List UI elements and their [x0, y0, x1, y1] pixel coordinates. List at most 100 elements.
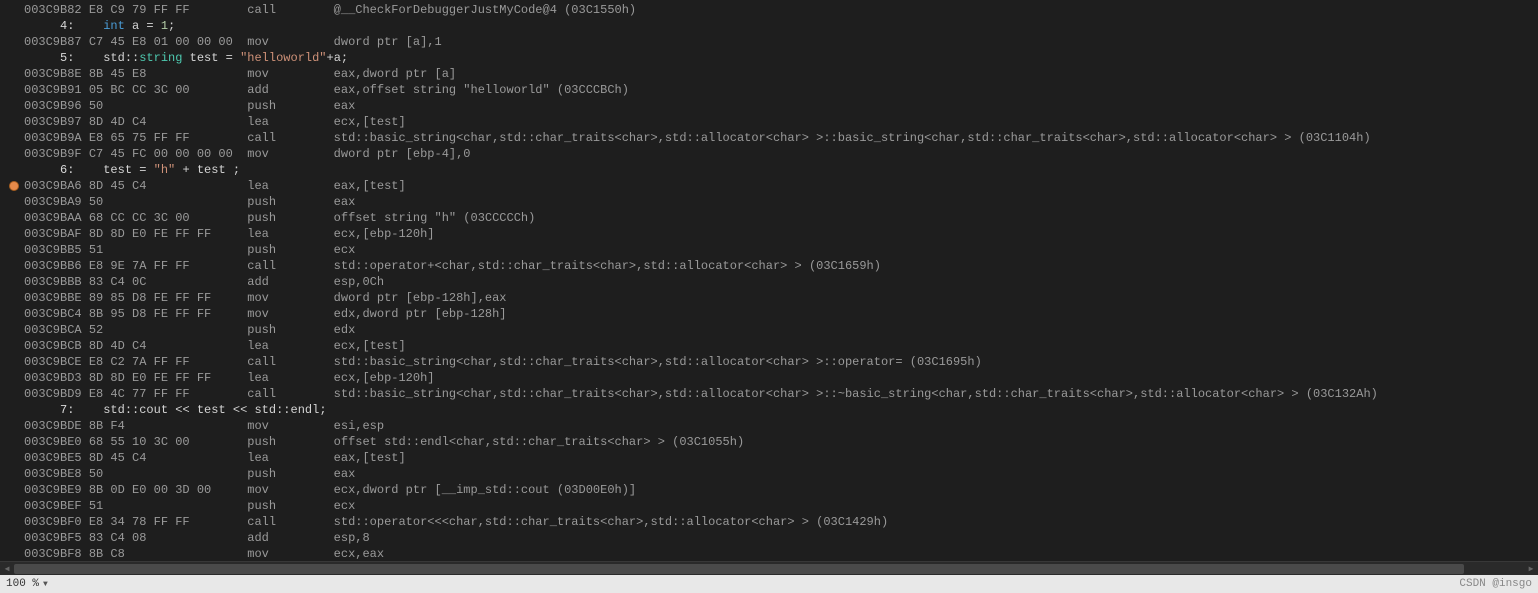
- mnemonic: call: [247, 258, 333, 274]
- opcode-bytes: 50: [89, 98, 247, 114]
- asm-line[interactable]: 003C9BF0 E8 34 78 FF FF call std::operat…: [4, 514, 1538, 530]
- asm-line[interactable]: 003C9BE8 50 push eax: [4, 466, 1538, 482]
- asm-line[interactable]: 003C9B91 05 BC CC 3C 00 add eax,offset s…: [4, 82, 1538, 98]
- address: 003C9B82: [24, 2, 89, 18]
- scroll-thumb[interactable]: [14, 564, 1464, 574]
- src-token-ident: test: [103, 162, 132, 178]
- src-token-string: "h": [154, 162, 176, 178]
- mnemonic: lea: [247, 450, 333, 466]
- src-token-ident: test: [197, 162, 226, 178]
- opcode-bytes: 8D 4D C4: [89, 114, 247, 130]
- asm-line[interactable]: 003C9B97 8D 4D C4 lea ecx,[test]: [4, 114, 1538, 130]
- address: 003C9BEF: [24, 498, 89, 514]
- src-token-op: [125, 18, 132, 34]
- asm-line[interactable]: 003C9BCA 52 push edx: [4, 322, 1538, 338]
- src-token-op: +: [175, 162, 197, 178]
- address: 003C9BCA: [24, 322, 89, 338]
- source-line-number: 6:: [24, 162, 103, 178]
- asm-line[interactable]: 003C9BB6 E8 9E 7A FF FF call std::operat…: [4, 258, 1538, 274]
- asm-line[interactable]: 003C9BF5 83 C4 08 add esp,8: [4, 530, 1538, 546]
- operand: std::basic_string<char,std::char_traits<…: [334, 130, 1371, 146]
- mnemonic: lea: [247, 370, 333, 386]
- operand: edx,dword ptr [ebp-128h]: [334, 306, 507, 322]
- asm-line[interactable]: 003C9BB5 51 push ecx: [4, 242, 1538, 258]
- address: 003C9BF8: [24, 546, 89, 561]
- code-listing[interactable]: 003C9B82 E8 C9 79 FF FF call @__CheckFor…: [0, 0, 1538, 561]
- operand: ecx: [334, 242, 356, 258]
- asm-line[interactable]: 003C9BEF 51 push ecx: [4, 498, 1538, 514]
- opcode-bytes: E8 9E 7A FF FF: [89, 258, 247, 274]
- operand: ecx,[ebp-120h]: [334, 226, 435, 242]
- asm-line[interactable]: 003C9BE5 8D 45 C4 lea eax,[test]: [4, 450, 1538, 466]
- asm-line[interactable]: 003C9BE0 68 55 10 3C 00 push offset std:…: [4, 434, 1538, 450]
- source-line[interactable]: 7: std::cout << test << std::endl;: [4, 402, 1538, 418]
- address: 003C9BE8: [24, 466, 89, 482]
- source-line[interactable]: 4: int a = 1;: [4, 18, 1538, 34]
- operand: eax: [334, 98, 356, 114]
- asm-line[interactable]: 003C9BA9 50 push eax: [4, 194, 1538, 210]
- mnemonic: mov: [247, 418, 333, 434]
- mnemonic: call: [247, 514, 333, 530]
- breakpoint-icon[interactable]: [9, 181, 19, 191]
- source-line[interactable]: 6: test = "h" + test ;: [4, 162, 1538, 178]
- mnemonic: call: [247, 386, 333, 402]
- asm-line[interactable]: 003C9BAA 68 CC CC 3C 00 push offset stri…: [4, 210, 1538, 226]
- operand: ecx,[test]: [334, 338, 406, 354]
- asm-line[interactable]: 003C9B8E 8B 45 E8 mov eax,dword ptr [a]: [4, 66, 1538, 82]
- src-token-op: ::: [276, 402, 290, 418]
- src-token-ident: test: [197, 402, 226, 418]
- mnemonic: mov: [247, 306, 333, 322]
- asm-line[interactable]: 003C9B9A E8 65 75 FF FF call std::basic_…: [4, 130, 1538, 146]
- horizontal-scrollbar[interactable]: ◀ ▶: [0, 561, 1538, 575]
- watermark-text: CSDN @insgo: [1459, 578, 1532, 590]
- opcode-bytes: E8 C9 79 FF FF: [89, 2, 247, 18]
- asm-line[interactable]: 003C9BBB 83 C4 0C add esp,0Ch: [4, 274, 1538, 290]
- opcode-bytes: 8B 95 D8 FE FF FF: [89, 306, 247, 322]
- opcode-bytes: 8D 8D E0 FE FF FF: [89, 370, 247, 386]
- src-token-op: ;: [319, 402, 326, 418]
- src-token-type: string: [139, 50, 182, 66]
- source-line[interactable]: 5: std::string test = "helloworld"+a;: [4, 50, 1538, 66]
- asm-line[interactable]: 003C9BD3 8D 8D E0 FE FF FF lea ecx,[ebp-…: [4, 370, 1538, 386]
- opcode-bytes: 51: [89, 242, 247, 258]
- asm-line[interactable]: 003C9B96 50 push eax: [4, 98, 1538, 114]
- mnemonic: push: [247, 434, 333, 450]
- scroll-track[interactable]: [14, 562, 1524, 575]
- asm-line[interactable]: 003C9BD9 E8 4C 77 FF FF call std::basic_…: [4, 386, 1538, 402]
- address: 003C9B9A: [24, 130, 89, 146]
- operand: dword ptr [a],1: [334, 34, 442, 50]
- address: 003C9BCB: [24, 338, 89, 354]
- asm-line[interactable]: 003C9BC4 8B 95 D8 FE FF FF mov edx,dword…: [4, 306, 1538, 322]
- src-token-op: [182, 50, 189, 66]
- opcode-bytes: 50: [89, 466, 247, 482]
- opcode-bytes: 8B 0D E0 00 3D 00: [89, 482, 247, 498]
- src-token-op: ;: [168, 18, 175, 34]
- asm-line[interactable]: 003C9BA6 8D 45 C4 lea eax,[test]: [4, 178, 1538, 194]
- scroll-left-icon[interactable]: ◀: [0, 562, 14, 576]
- operand: esp,8: [334, 530, 370, 546]
- operand: offset string "h" (03CCCCCh): [334, 210, 536, 226]
- operand: edx: [334, 322, 356, 338]
- asm-line[interactable]: 003C9BBE 89 85 D8 FE FF FF mov dword ptr…: [4, 290, 1538, 306]
- asm-line[interactable]: 003C9BE9 8B 0D E0 00 3D 00 mov ecx,dword…: [4, 482, 1538, 498]
- src-token-op: ;: [226, 162, 240, 178]
- asm-line[interactable]: 003C9BCE E8 C2 7A FF FF call std::basic_…: [4, 354, 1538, 370]
- src-token-op: =: [132, 162, 154, 178]
- src-token-ident: a: [132, 18, 139, 34]
- opcode-bytes: 8D 8D E0 FE FF FF: [89, 226, 247, 242]
- mnemonic: push: [247, 466, 333, 482]
- asm-line[interactable]: 003C9B87 C7 45 E8 01 00 00 00 mov dword …: [4, 34, 1538, 50]
- gutter[interactable]: [4, 181, 24, 191]
- mnemonic: lea: [247, 226, 333, 242]
- asm-line[interactable]: 003C9BCB 8D 4D C4 lea ecx,[test]: [4, 338, 1538, 354]
- address: 003C9BD9: [24, 386, 89, 402]
- src-token-ident: cout: [139, 402, 168, 418]
- asm-line[interactable]: 003C9B82 E8 C9 79 FF FF call @__CheckFor…: [4, 2, 1538, 18]
- asm-line[interactable]: 003C9BAF 8D 8D E0 FE FF FF lea ecx,[ebp-…: [4, 226, 1538, 242]
- asm-line[interactable]: 003C9BDE 8B F4 mov esi,esp: [4, 418, 1538, 434]
- asm-line[interactable]: 003C9B9F C7 45 FC 00 00 00 00 mov dword …: [4, 146, 1538, 162]
- scroll-right-icon[interactable]: ▶: [1524, 562, 1538, 576]
- chevron-down-icon[interactable]: ▼: [43, 580, 48, 589]
- zoom-control[interactable]: 100 % ▼: [6, 578, 48, 590]
- asm-line[interactable]: 003C9BF8 8B C8 mov ecx,eax: [4, 546, 1538, 561]
